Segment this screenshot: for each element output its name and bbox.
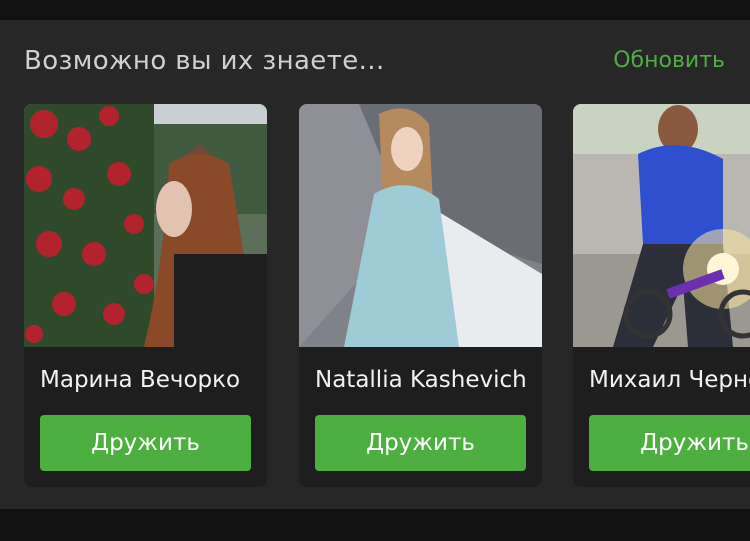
section-title: Возможно вы их знаете... (24, 46, 385, 76)
bottom-bar (0, 509, 750, 541)
add-friend-button[interactable]: Дружить (40, 415, 251, 471)
friend-suggestion-card[interactable]: Марина Вечорко Дружить (24, 104, 267, 487)
card-name[interactable]: Марина Вечорко (40, 364, 253, 396)
profile-photo[interactable] (299, 104, 542, 347)
add-friend-button[interactable]: Дружить (589, 415, 750, 471)
profile-photo[interactable] (573, 104, 750, 347)
friend-suggestion-card[interactable]: Natallia Kashevich Дружить (299, 104, 542, 487)
card-name[interactable]: Михаил Черненко (589, 364, 750, 396)
friend-suggestion-card[interactable]: Михаил Черненко Дружить (573, 104, 750, 487)
profile-photo[interactable] (24, 104, 267, 347)
people-you-may-know-panel: Возможно вы их знаете... Обновить Марина… (0, 20, 750, 509)
top-bar (0, 0, 750, 20)
card-name[interactable]: Natallia Kashevich (315, 364, 528, 396)
refresh-link[interactable]: Обновить (613, 46, 725, 76)
add-friend-button[interactable]: Дружить (315, 415, 526, 471)
